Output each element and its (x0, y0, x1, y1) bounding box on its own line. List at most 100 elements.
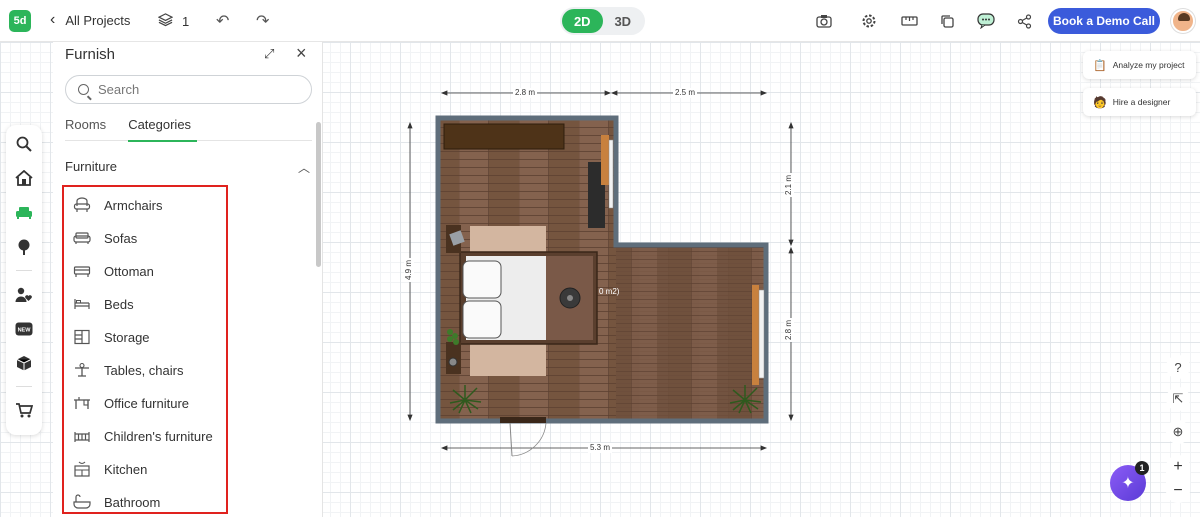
search-field[interactable] (65, 75, 312, 104)
category-label: Children's furniture (104, 428, 213, 444)
category-bathroom[interactable]: Bathroom (72, 492, 160, 512)
furniture-section-header[interactable]: Furniture ︿ (65, 159, 310, 176)
bathtub-icon (72, 494, 92, 510)
category-kitchen[interactable]: Kitchen (72, 459, 147, 479)
toolbar-divider (16, 386, 32, 387)
armchair-icon (72, 197, 92, 213)
panel-tabs: Rooms Categories (65, 117, 312, 142)
category-label: Kitchen (104, 461, 148, 477)
tree-icon[interactable] (14, 237, 34, 257)
panel-scrollbar[interactable] (316, 122, 321, 267)
category-label: Tables, chairs (104, 362, 184, 378)
dim-top-left: 2.8 m (513, 88, 538, 98)
help-icon[interactable]: ? (1166, 355, 1190, 379)
category-label: Ottoman (104, 263, 154, 279)
external-link-icon[interactable]: ⇱ (1166, 387, 1190, 411)
expand-icon[interactable]: ⤢ (264, 46, 274, 62)
category-label: Beds (104, 296, 134, 312)
search-icon[interactable] (14, 134, 34, 154)
back-label: All Projects (65, 12, 131, 28)
hire-label: Hire a designer (1112, 97, 1171, 107)
svg-text:NEW: NEW (18, 328, 32, 334)
new-icon[interactable]: NEW (14, 319, 34, 339)
category-beds[interactable]: Beds (72, 294, 134, 314)
copy-icon[interactable] (937, 11, 957, 31)
analyze-label: Analyze my project (1112, 60, 1185, 70)
crib-icon (72, 428, 92, 444)
back-to-projects[interactable]: ‹ All Projects (50, 12, 130, 28)
table-icon (72, 362, 92, 378)
category-tables-chairs[interactable]: Tables, chairs (72, 360, 183, 380)
category-label: Armchairs (104, 197, 163, 213)
category-label: Sofas (104, 230, 138, 246)
levels-button[interactable]: 1 (157, 12, 189, 30)
floor-plan[interactable]: 2.8 m 2.5 m 5.3 m 4.9 m 2.1 m 2.8 m 0 m2… (400, 80, 820, 460)
layers-icon (157, 12, 174, 30)
home-icon[interactable] (14, 168, 34, 188)
camera-icon[interactable] (814, 11, 834, 31)
view-toggle: 2D 3D (560, 7, 645, 35)
room-label: 0 m2) (599, 287, 620, 296)
panel-title: Furnish (65, 46, 116, 63)
undo-icon[interactable]: ↶ (216, 11, 229, 31)
search-input[interactable] (98, 82, 288, 97)
chat-icon[interactable] (976, 11, 996, 31)
analyze-project-button[interactable]: 📋 Analyze my project (1083, 51, 1196, 79)
dim-bottom: 5.3 m (588, 443, 613, 453)
zoom-controls: + − (1166, 455, 1190, 503)
sofa-icon (72, 230, 92, 246)
furniture-icon[interactable] (14, 203, 34, 223)
bed-icon (72, 296, 92, 312)
floor-plan-drawing (407, 90, 794, 457)
category-list-highlight: Armchairs Sofas Ottoman Beds Storage Tab… (62, 185, 228, 514)
view-3d-button[interactable]: 3D (603, 9, 644, 33)
tab-categories[interactable]: Categories (128, 117, 197, 142)
category-label: Storage (104, 329, 150, 345)
clipboard-icon: 📋 (1093, 59, 1107, 72)
kitchen-icon (72, 461, 92, 477)
category-label: Bathroom (104, 494, 161, 510)
category-childrens-furniture[interactable]: Children's furniture (72, 426, 213, 446)
zoom-in-icon[interactable]: + (1173, 458, 1182, 476)
section-title: Furniture (65, 159, 118, 174)
ottoman-icon (72, 263, 92, 279)
search-icon (78, 84, 89, 95)
category-ottoman[interactable]: Ottoman (72, 261, 154, 281)
storage-icon (72, 329, 92, 345)
user-avatar[interactable] (1171, 9, 1195, 33)
close-icon[interactable]: × (296, 43, 307, 64)
furnish-panel: Furnish ⤢ × Rooms Categories Furniture ︿… (53, 42, 323, 517)
toolbar-divider (16, 270, 32, 271)
cart-icon[interactable] (14, 400, 34, 420)
top-bar: 5d ‹ All Projects 1 ↶ ↷ 2D 3D Book a Dem… (0, 0, 1200, 42)
settings-icon[interactable] (859, 11, 879, 31)
category-office-furniture[interactable]: Office furniture (72, 393, 189, 413)
book-demo-button[interactable]: Book a Demo Call (1048, 8, 1160, 34)
share-icon[interactable] (1014, 11, 1034, 31)
app-logo[interactable]: 5d (9, 10, 31, 32)
redo-icon[interactable]: ↷ (256, 11, 269, 31)
designer-icon: 🧑 (1093, 96, 1107, 109)
chevron-left-icon: ‹ (50, 11, 56, 28)
hire-designer-button[interactable]: 🧑 Hire a designer (1083, 88, 1196, 116)
left-toolbar: NEW (6, 125, 42, 435)
sparkle-icon: ✦ (1121, 475, 1135, 492)
dim-right-bottom: 2.8 m (784, 317, 795, 343)
view-2d-button[interactable]: 2D (562, 9, 603, 33)
category-storage[interactable]: Storage (72, 327, 150, 347)
category-label: Office furniture (104, 395, 190, 411)
dim-left: 4.9 m (404, 257, 415, 283)
chevron-up-icon: ︿ (297, 161, 310, 175)
dim-right-top: 2.1 m (784, 172, 795, 198)
user-heart-icon[interactable] (14, 285, 34, 305)
locate-icon[interactable]: ⊕ (1166, 420, 1190, 444)
zoom-out-icon[interactable]: − (1173, 482, 1182, 500)
ruler-icon[interactable] (899, 11, 919, 31)
tab-rooms[interactable]: Rooms (65, 117, 106, 141)
category-sofas[interactable]: Sofas (72, 228, 137, 248)
notification-badge: 1 (1135, 461, 1149, 475)
category-armchairs[interactable]: Armchairs (72, 195, 163, 215)
box-icon[interactable] (14, 353, 34, 373)
dim-top-right: 2.5 m (673, 88, 698, 98)
office-desk-icon (72, 395, 92, 411)
